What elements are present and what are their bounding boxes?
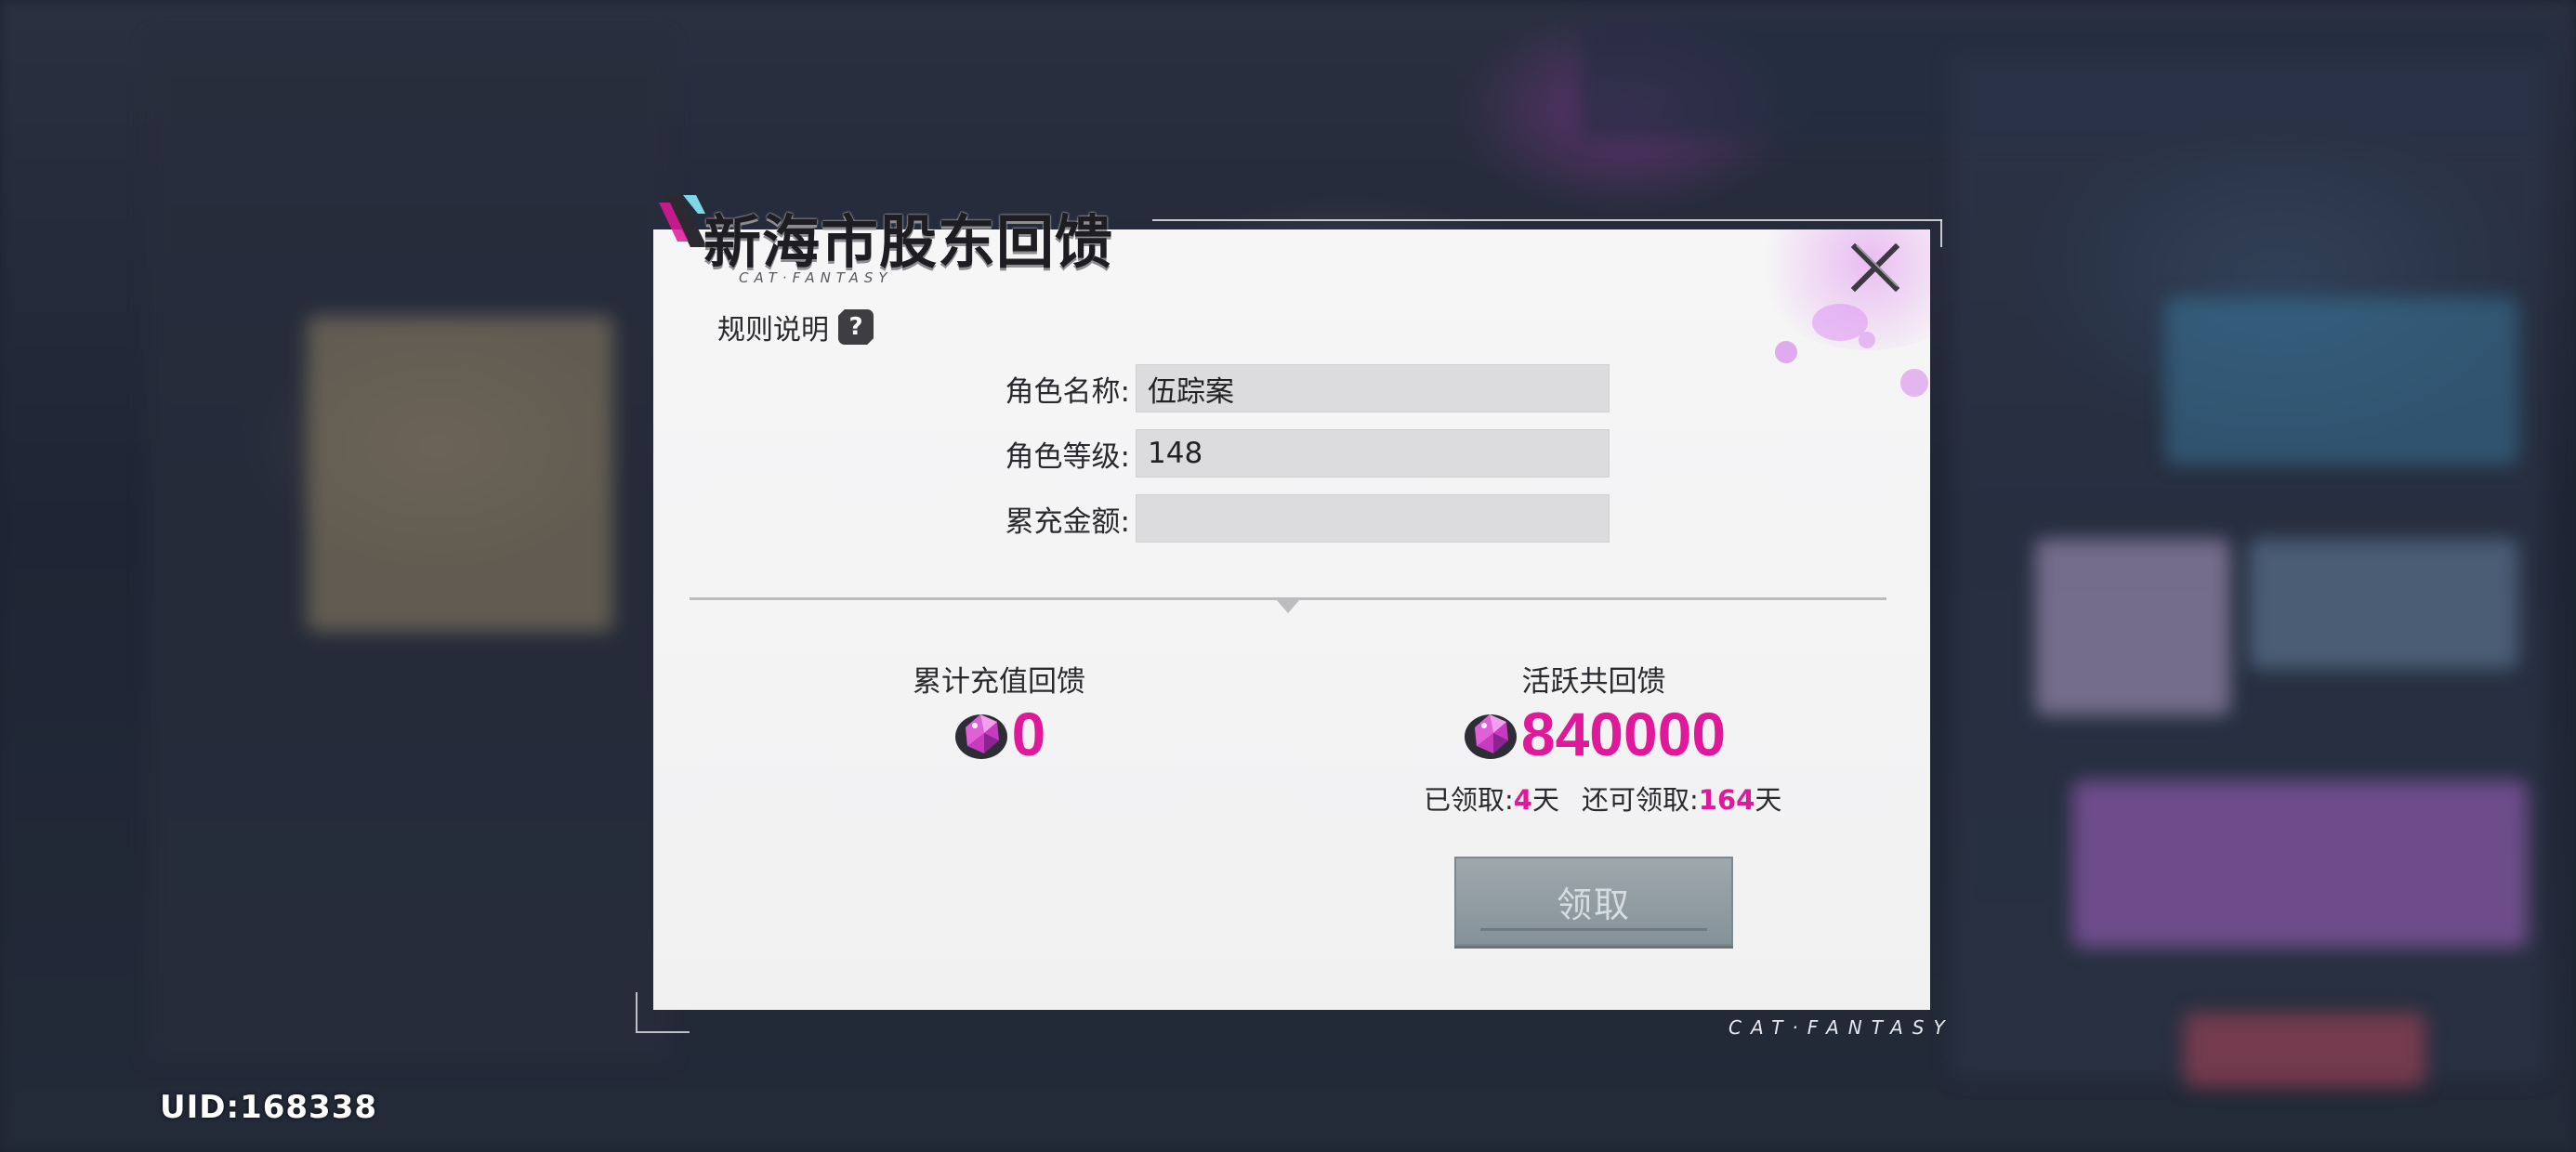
claim-button[interactable]: 领取: [1454, 857, 1733, 946]
close-button[interactable]: [1849, 242, 1901, 294]
background-event-banner: [2072, 780, 2528, 948]
character-name-field: 伍踪案: [1136, 364, 1610, 412]
remaining-days-label: 还可领取:: [1581, 784, 1699, 816]
close-icon: [1850, 242, 1900, 293]
gem-icon: [1464, 714, 1517, 759]
recharge-reward-heading: 累计充值回馈: [913, 665, 1085, 699]
total-recharge-field: [1136, 494, 1610, 543]
dialog-title-subtext: CAT·FANTASY: [739, 269, 893, 286]
character-level-field: 148: [1136, 429, 1610, 478]
recharge-reward: 累计充值回馈 0: [892, 658, 1106, 765]
remaining-days-value: 164: [1698, 784, 1755, 816]
claimed-days-label: 已领取:: [1424, 784, 1514, 816]
dialog-frame-line: [1152, 219, 1942, 221]
background-character-card: [2035, 539, 2230, 715]
background-info-card: [2249, 539, 2518, 669]
character-name-label: 角色名称:: [1005, 374, 1130, 409]
character-level-row: 角色等级: 148: [929, 429, 1610, 478]
active-reward: 活跃共回馈 840000: [1422, 658, 1766, 765]
user-id: UID:168338: [160, 1089, 378, 1126]
claim-days-info: 已领取:4天 还可领取:164天: [1424, 779, 1781, 818]
character-name-row: 角色名称: 伍踪案: [929, 364, 1610, 412]
active-reward-heading: 活跃共回馈: [1521, 665, 1666, 699]
claimed-days-unit: 天: [1531, 784, 1559, 816]
total-recharge-row: 累充金额:: [929, 494, 1610, 543]
rules-button[interactable]: 规则说明 ?: [717, 307, 874, 347]
title-emblem-icon: [659, 195, 707, 247]
help-icon: ?: [838, 309, 874, 345]
background-red-button: [2184, 1013, 2425, 1087]
brand-watermark: CAT·FANTASY: [1728, 1016, 1954, 1039]
rules-label: 规则说明: [717, 314, 829, 347]
total-recharge-label: 累充金额:: [1005, 504, 1130, 539]
remaining-days-unit: 天: [1755, 784, 1782, 816]
character-level-label: 角色等级:: [1005, 439, 1130, 474]
active-reward-value: 840000: [1520, 700, 1727, 768]
claimed-days-value: 4: [1513, 784, 1532, 816]
dialog-frame-corner: [1935, 219, 1942, 247]
background-shop-window: [307, 316, 613, 632]
gem-icon: [954, 714, 1007, 759]
divider-arrow: [1275, 598, 1301, 613]
dialog-title: 新海市股东回馈: [703, 208, 1114, 276]
recharge-reward-value: 0: [1011, 700, 1046, 768]
background-teal-card: [2165, 297, 2518, 465]
